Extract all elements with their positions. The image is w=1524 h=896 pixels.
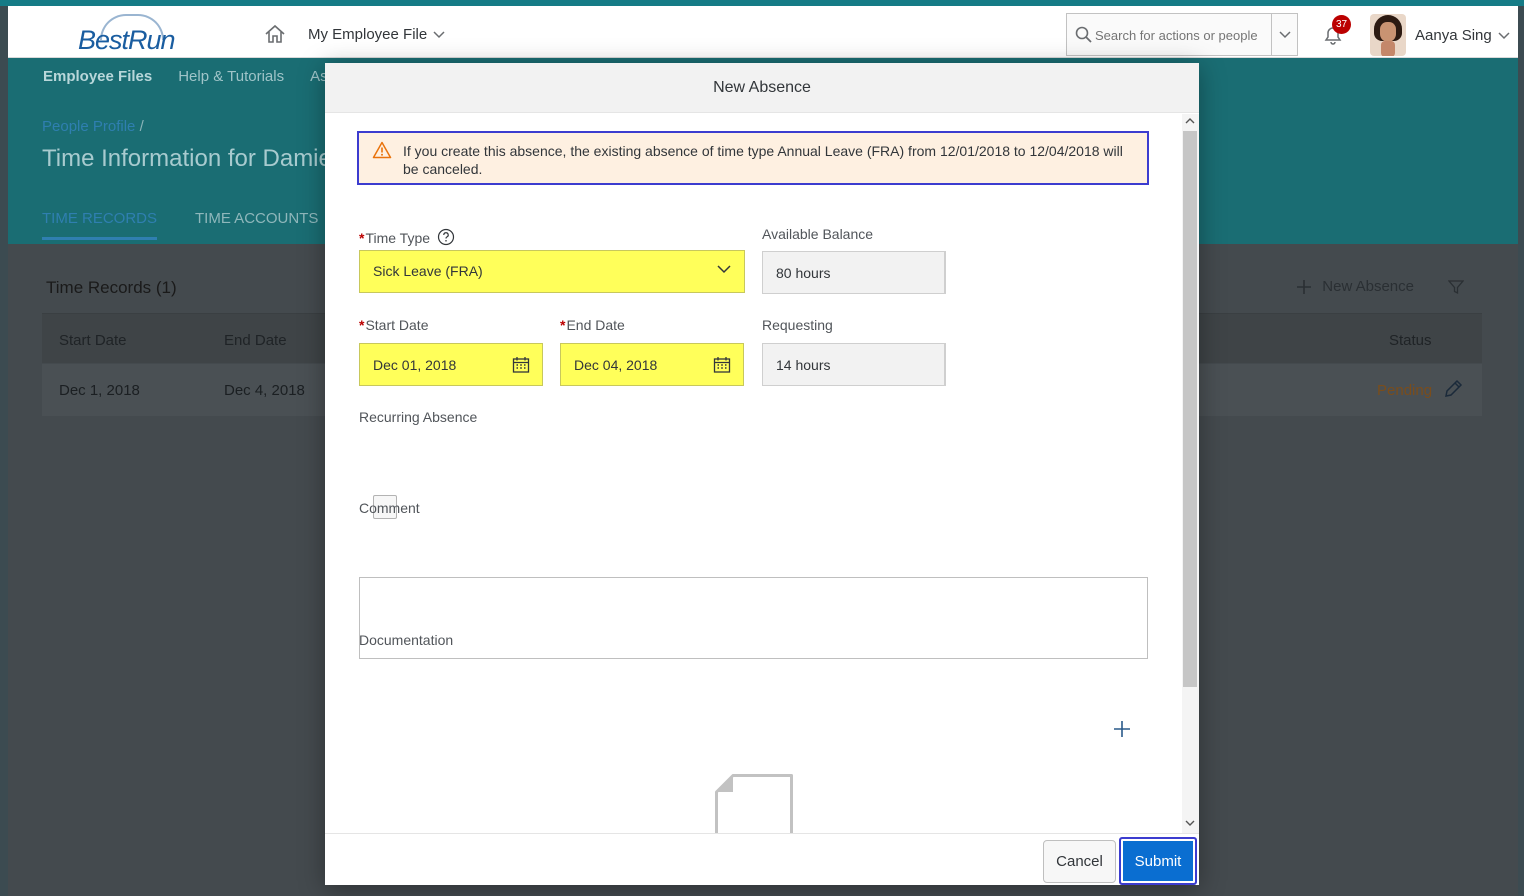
dialog-scrollbar[interactable] <box>1182 114 1199 833</box>
shell-bar: BestRun My Employee File 37 Aanya Sing <box>8 6 1518 58</box>
dialog-body: If you create this absence, the existing… <box>325 114 1199 833</box>
search-input[interactable] <box>1095 24 1275 46</box>
home-icon[interactable] <box>264 24 286 44</box>
user-avatar[interactable] <box>1370 14 1406 56</box>
breadcrumb-link[interactable]: People Profile <box>42 118 135 135</box>
bestrun-logo[interactable]: BestRun <box>78 14 188 55</box>
start-date-value: Dec 01, 2018 <box>373 357 457 373</box>
subnav-item-help[interactable]: Help & Tutorials <box>178 68 284 85</box>
warning-icon <box>372 141 392 159</box>
end-date-value: Dec 04, 2018 <box>574 357 658 373</box>
subnav: Employee Files Help & Tutorials As <box>43 68 328 85</box>
required-mark: * <box>560 317 566 333</box>
scroll-up-icon[interactable] <box>1185 117 1195 125</box>
start-date-label-text: Start Date <box>365 317 429 333</box>
new-absence-button[interactable]: New Absence <box>1296 278 1414 295</box>
new-absence-dialog: New Absence If you create this absence, … <box>325 63 1199 885</box>
available-balance-field: 80 hours <box>762 251 946 294</box>
scroll-down-icon[interactable] <box>1185 819 1195 827</box>
global-search[interactable] <box>1066 13 1298 56</box>
records-toolbar: New Absence <box>1296 278 1464 295</box>
cancel-button[interactable]: Cancel <box>1043 840 1116 883</box>
dialog-header: New Absence <box>325 63 1199 113</box>
end-date-label: *End Date <box>560 317 625 333</box>
search-scope-dropdown[interactable] <box>1271 14 1297 55</box>
user-name: Aanya Sing <box>1415 27 1492 44</box>
status-badge: Pending <box>1377 382 1433 399</box>
page-title: Time Information for Damie <box>42 145 332 172</box>
new-absence-label: New Absence <box>1322 278 1414 295</box>
tab-time-records[interactable]: TIME RECORDS <box>42 210 158 240</box>
warning-message-strip: If you create this absence, the existing… <box>357 131 1149 185</box>
add-attachment-icon[interactable] <box>1112 719 1132 739</box>
filter-icon[interactable] <box>1448 279 1464 295</box>
chevron-down-icon <box>1498 31 1510 39</box>
dialog-footer: Cancel Submit <box>325 833 1199 885</box>
end-date-label-text: End Date <box>566 317 625 333</box>
calendar-icon[interactable] <box>512 356 530 374</box>
comment-textarea[interactable] <box>359 577 1148 659</box>
notification-count-badge: 37 <box>1332 15 1351 34</box>
comment-label: Comment <box>359 500 420 516</box>
document-icon <box>715 774 793 833</box>
required-mark: * <box>359 230 365 246</box>
available-balance-label: Available Balance <box>762 226 874 242</box>
scrollbar-thumb[interactable] <box>1183 131 1197 687</box>
subnav-item-employee-files[interactable]: Employee Files <box>43 68 152 85</box>
chevron-down-icon <box>433 30 445 38</box>
available-balance-value: 80 hours <box>776 265 831 281</box>
tab-bar: TIME RECORDS TIME ACCOUNTS <box>42 210 318 240</box>
time-type-value: Sick Leave (FRA) <box>373 263 483 279</box>
requesting-value: 14 hours <box>776 357 831 373</box>
calendar-icon[interactable] <box>713 356 731 374</box>
cell-start-date: Dec 1, 2018 <box>59 382 140 399</box>
submit-button[interactable]: Submit <box>1119 837 1197 885</box>
documentation-label: Documentation <box>359 632 454 648</box>
requesting-label: Requesting <box>762 317 833 333</box>
records-title: Time Records (1) <box>46 278 177 297</box>
time-type-label: *Time Type <box>359 228 455 246</box>
recurring-absence-label: Recurring Absence <box>359 409 478 425</box>
logo-text: BestRun <box>78 25 176 55</box>
time-type-select[interactable]: Sick Leave (FRA) <box>359 250 745 293</box>
breadcrumb-separator: / <box>139 118 144 135</box>
breadcrumb: People Profile / <box>42 118 144 135</box>
required-mark: * <box>359 317 365 333</box>
plus-icon <box>1297 279 1312 294</box>
column-header-end[interactable]: End Date <box>224 332 287 349</box>
column-header-start[interactable]: Start Date <box>59 332 127 349</box>
start-date-label: *Start Date <box>359 317 428 333</box>
chevron-down-icon <box>1278 30 1291 38</box>
time-type-label-text: Time Type <box>365 230 431 246</box>
module-label: My Employee File <box>308 26 428 43</box>
search-icon <box>1075 26 1092 43</box>
column-header-status[interactable]: Status <box>1389 332 1432 349</box>
edit-icon[interactable] <box>1442 378 1464 400</box>
requesting-field: 14 hours <box>762 343 946 386</box>
module-selector[interactable]: My Employee File <box>308 26 445 43</box>
user-menu[interactable]: Aanya Sing <box>1415 27 1510 44</box>
chevron-down-icon <box>717 265 731 274</box>
cell-end-date: Dec 4, 2018 <box>224 382 305 399</box>
tab-time-accounts[interactable]: TIME ACCOUNTS <box>195 210 318 240</box>
end-date-picker[interactable]: Dec 04, 2018 <box>560 343 744 386</box>
help-icon[interactable] <box>437 228 455 246</box>
dialog-title: New Absence <box>713 79 811 96</box>
warning-text: If you create this absence, the existing… <box>403 143 1123 177</box>
start-date-picker[interactable]: Dec 01, 2018 <box>359 343 543 386</box>
